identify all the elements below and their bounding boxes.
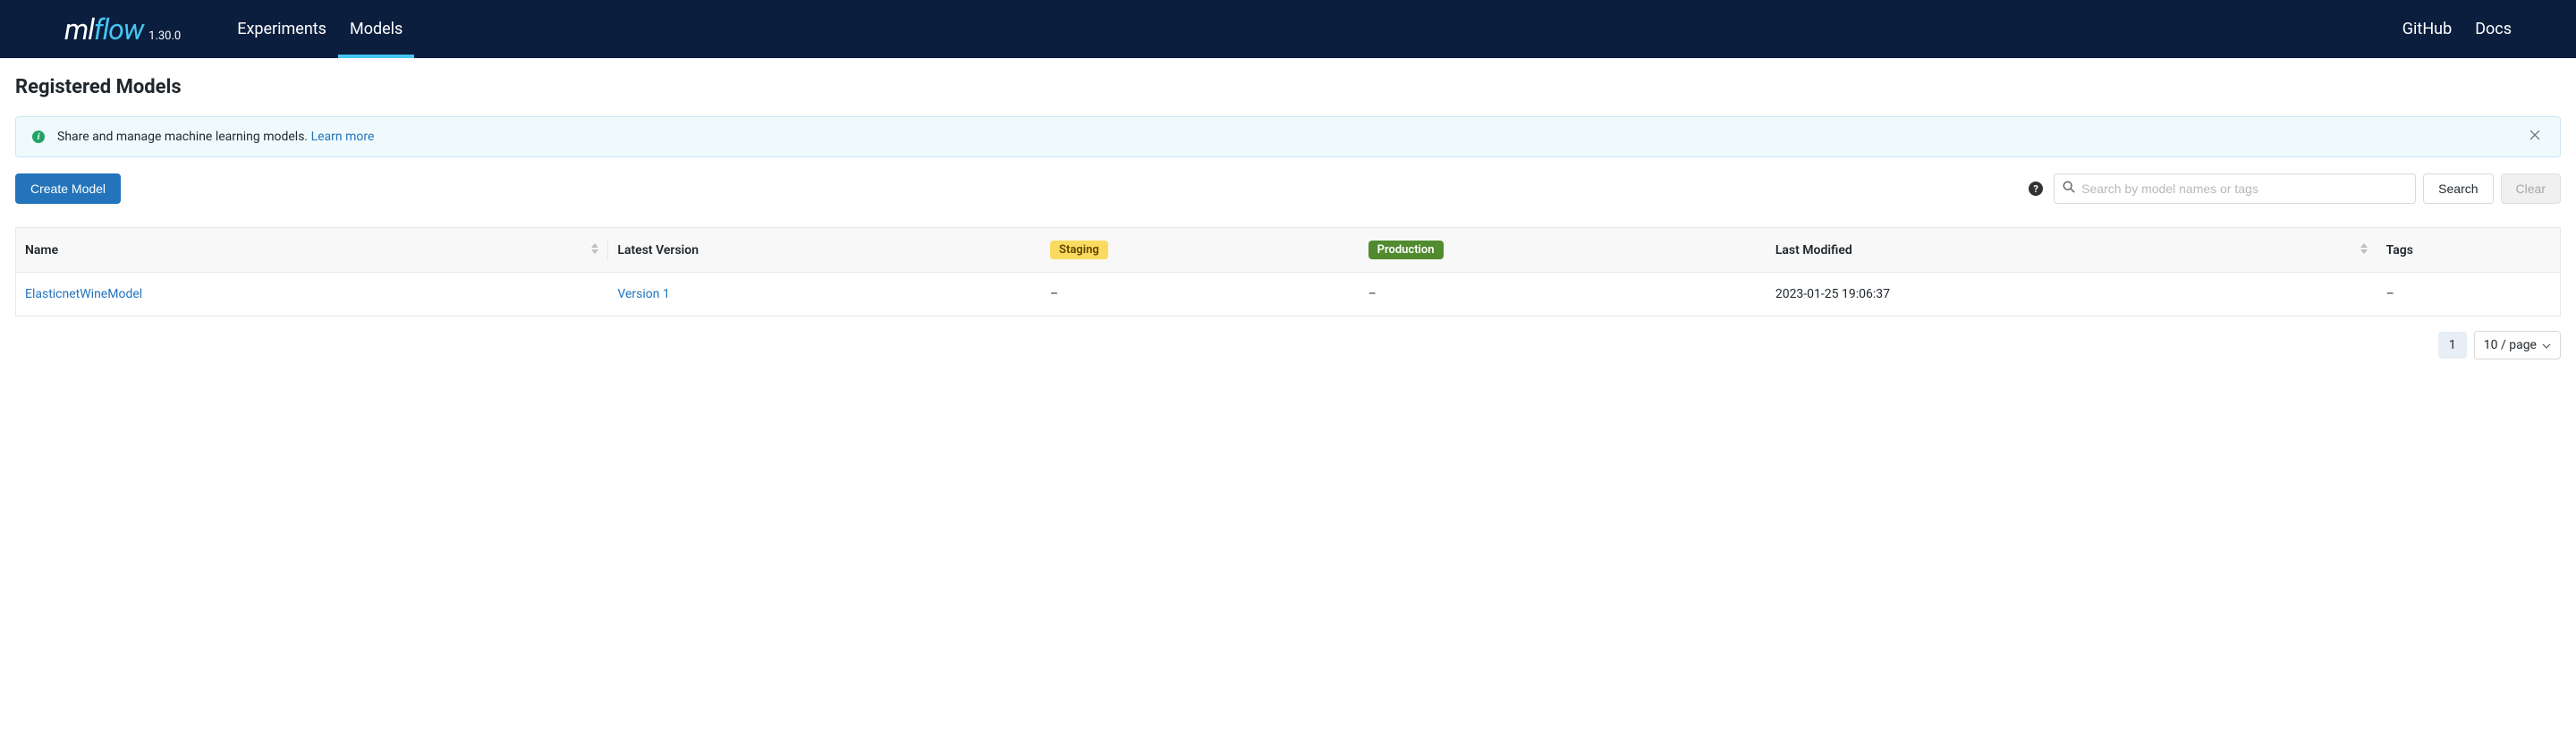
info-text: Share and manage machine learning models…: [57, 130, 374, 144]
col-last-modified[interactable]: Last Modified: [1767, 228, 2377, 273]
logo-flow: flow: [94, 13, 143, 46]
col-production: Production: [1360, 228, 1767, 273]
search-wrapper: [2054, 173, 2416, 204]
cell-last-modified: 2023-01-25 19:06:37: [1775, 287, 1890, 301]
col-tags: Tags: [2377, 228, 2561, 273]
page-size-selector[interactable]: 10 / page: [2474, 331, 2561, 359]
model-name-link[interactable]: ElasticnetWineModel: [25, 287, 142, 301]
nav-docs[interactable]: Docs: [2475, 20, 2512, 38]
cell-tags: –: [2386, 287, 2394, 301]
table-row: ElasticnetWineModel Version 1 – – 2023-0…: [16, 273, 2561, 317]
nav-github[interactable]: GitHub: [2402, 20, 2452, 38]
nav-right: GitHub Docs: [2402, 20, 2512, 38]
col-staging: Staging: [1041, 228, 1360, 273]
cell-production: –: [1368, 287, 1377, 301]
model-version-link[interactable]: Version 1: [617, 287, 669, 301]
close-icon[interactable]: [2526, 130, 2544, 144]
col-name[interactable]: Name: [16, 228, 609, 273]
logo[interactable]: mlflow 1.30.0: [64, 13, 181, 46]
toolbar: Create Model ? Search Clear: [15, 173, 2561, 204]
nav-experiments[interactable]: Experiments: [225, 0, 338, 58]
main: Registered Models i Share and manage mac…: [0, 58, 2576, 377]
toolbar-right: ? Search Clear: [2029, 173, 2561, 204]
nav: Experiments Models: [225, 0, 414, 58]
banner-text: Share and manage machine learning models…: [57, 130, 311, 144]
help-icon[interactable]: ?: [2029, 182, 2043, 196]
clear-button[interactable]: Clear: [2501, 173, 2561, 204]
production-badge: Production: [1368, 241, 1444, 259]
info-icon: i: [32, 131, 45, 143]
pagination: 1 10 / page: [15, 331, 2561, 359]
logo-version: 1.30.0: [148, 30, 181, 43]
page-title: Registered Models: [15, 76, 2561, 98]
logo-ml: ml: [64, 13, 94, 46]
banner-learn-more-link[interactable]: Learn more: [311, 130, 375, 144]
search-button[interactable]: Search: [2423, 173, 2493, 204]
chevron-down-icon: [2542, 338, 2551, 352]
info-banner: i Share and manage machine learning mode…: [15, 116, 2561, 157]
staging-badge: Staging: [1050, 241, 1108, 259]
nav-models[interactable]: Models: [338, 0, 414, 58]
search-input[interactable]: [2054, 173, 2416, 204]
models-table: Name Latest Version Staging Production L: [15, 227, 2561, 317]
col-latest-version: Latest Version: [608, 228, 1041, 273]
sort-icon[interactable]: [590, 243, 599, 254]
cell-staging: –: [1050, 287, 1058, 301]
header: mlflow 1.30.0 Experiments Models GitHub …: [0, 0, 2576, 58]
create-model-button[interactable]: Create Model: [15, 173, 121, 204]
page-size-label: 10 / page: [2484, 338, 2537, 352]
sort-icon[interactable]: [2360, 243, 2368, 254]
table-header-row: Name Latest Version Staging Production L: [16, 228, 2561, 273]
page-number[interactable]: 1: [2438, 332, 2467, 359]
